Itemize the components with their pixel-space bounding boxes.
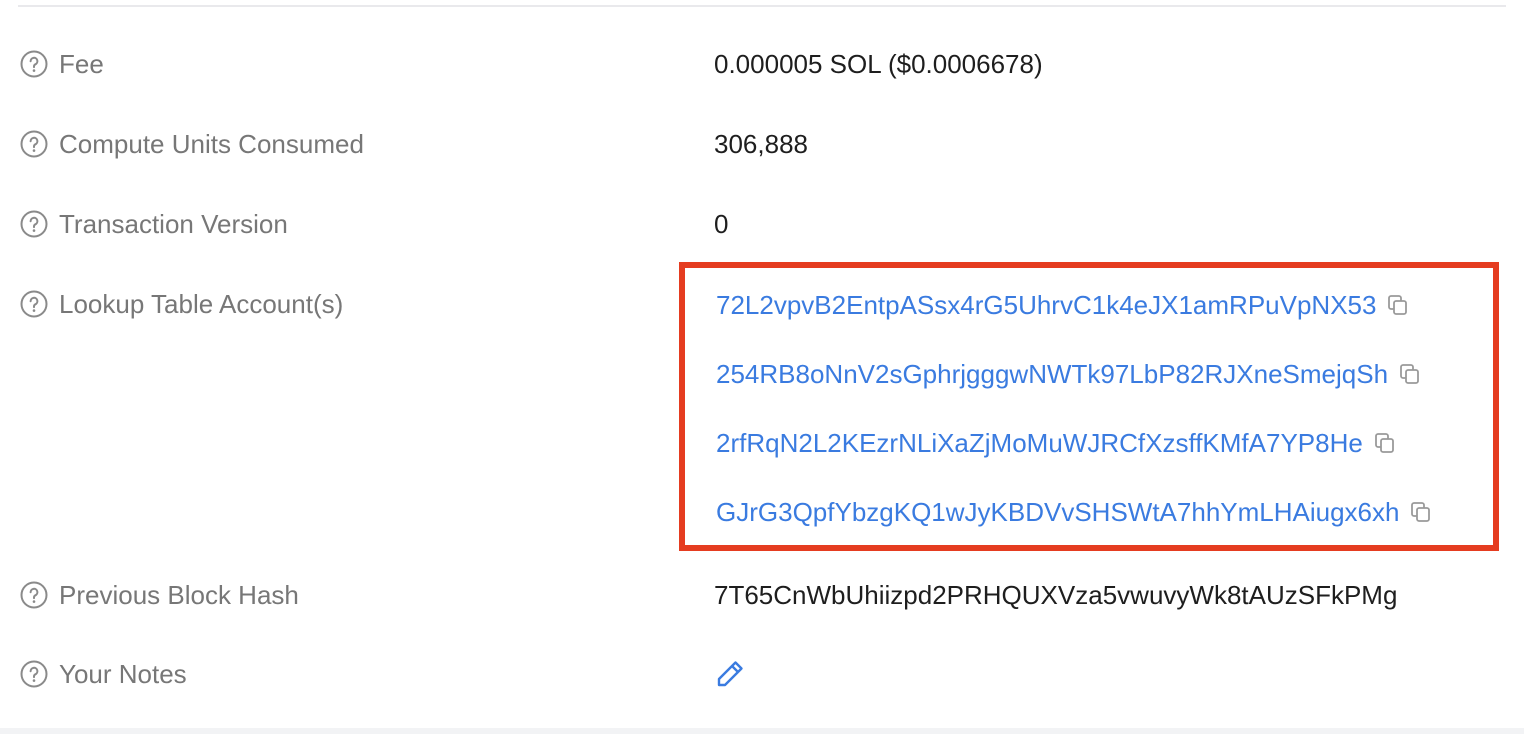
fee-value: 0.000005 SOL ($0.0006678) [714,49,1043,79]
divider [18,5,1506,7]
copy-icon[interactable] [1373,431,1397,455]
compute-units-label: Compute Units Consumed [20,128,364,160]
question-circle-icon[interactable] [20,660,48,688]
transaction-version-label-text: Transaction Version [59,208,288,239]
question-circle-icon[interactable] [20,290,48,318]
transaction-version-label: Transaction Version [20,208,288,240]
previous-block-hash-label-text: Previous Block Hash [59,579,299,610]
question-circle-icon[interactable] [20,210,48,238]
copy-icon[interactable] [1409,500,1433,524]
lookup-account-link[interactable]: 72L2vpvB2EntpASsx4rG5UhrvC1k4eJX1amRPuVp… [716,290,1376,321]
fee-label: Fee [20,48,104,80]
lookup-account-link[interactable]: 254RB8oNnV2sGphrjgggwNWTk97LbP82RJXneSme… [716,359,1388,390]
copy-icon[interactable] [1386,293,1410,317]
lookup-account-link[interactable]: GJrG3QpfYbzgKQ1wJyKBDVvSHSWtA7hhYmLHAiug… [716,497,1399,528]
lookup-table-label: Lookup Table Account(s) [20,288,343,320]
transaction-details-card: Fee 0.000005 SOL ($0.0006678) Compute Un… [0,0,1524,728]
question-circle-icon[interactable] [20,50,48,78]
pencil-icon[interactable] [714,658,746,690]
fee-label-text: Fee [59,48,104,79]
lookup-account-item: 254RB8oNnV2sGphrjgggwNWTk97LbP82RJXneSme… [716,358,1422,390]
question-circle-icon[interactable] [20,130,48,158]
lookup-account-link[interactable]: 2rfRqN2L2KEzrNLiXaZjMoMuWJRCfXzsffKMfA7Y… [716,428,1363,459]
lookup-table-label-text: Lookup Table Account(s) [59,288,344,319]
question-circle-icon[interactable] [20,581,48,609]
compute-units-label-text: Compute Units Consumed [59,128,364,159]
lookup-account-item: 2rfRqN2L2KEzrNLiXaZjMoMuWJRCfXzsffKMfA7Y… [716,427,1397,459]
your-notes-label: Your Notes [20,658,187,690]
copy-icon[interactable] [1398,362,1422,386]
transaction-version-value: 0 [714,209,729,239]
lookup-account-item: 72L2vpvB2EntpASsx4rG5UhrvC1k4eJX1amRPuVp… [716,289,1410,321]
previous-block-hash-label: Previous Block Hash [20,579,299,611]
lookup-account-item: GJrG3QpfYbzgKQ1wJyKBDVvSHSWtA7hhYmLHAiug… [716,496,1433,528]
previous-block-hash-value: 7T65CnWbUhiizpd2PRHQUXVza5vwuvyWk8tAUzSF… [714,580,1398,610]
your-notes-label-text: Your Notes [59,658,187,689]
compute-units-value: 306,888 [714,129,808,159]
